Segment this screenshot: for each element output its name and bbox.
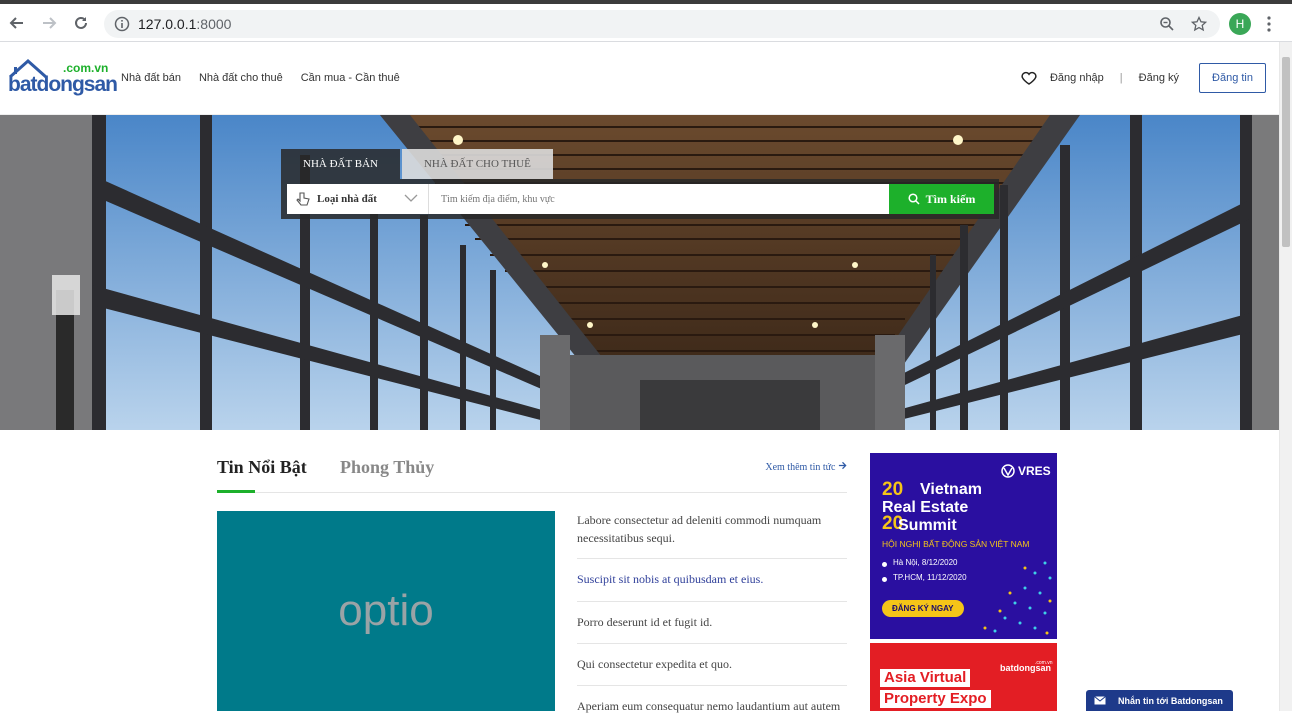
vres-title-line: Real Estate: [882, 499, 969, 516]
expo-logo-name: batdongsan: [1000, 663, 1051, 673]
news-item-title: Porro deserunt id et fugit id.: [577, 615, 713, 629]
logo-name: batdongsan: [8, 73, 118, 96]
login-link[interactable]: Đăng nhập: [1050, 72, 1104, 84]
featured-image-text: optio: [338, 586, 434, 635]
site-header: .com.vn batdongsan Nhà đất bán Nhà đất c…: [0, 42, 1279, 115]
browser-toolbar: 127.0.0.1:8000 H: [0, 0, 1292, 42]
news-item[interactable]: Porro deserunt id et fugit id.: [577, 602, 847, 644]
property-type-select[interactable]: Loại nhà đất: [287, 184, 429, 214]
chevron-down-icon: [404, 194, 418, 202]
asia-property-expo-ad[interactable]: .com.vn batdongsan Asia Virtual Property…: [870, 643, 1057, 711]
vres-logo-icon: [1001, 464, 1015, 478]
tab-featured-news[interactable]: Tin Nổi Bật: [217, 457, 307, 478]
news-item-title: Qui consectetur expedita et quo.: [577, 657, 732, 671]
vres-register-button[interactable]: ĐĂNG KÝ NGAY: [882, 600, 964, 617]
account-nav: Đăng nhập | Đăng ký Đăng tin: [1020, 63, 1266, 93]
site-logo[interactable]: .com.vn batdongsan: [8, 55, 118, 101]
reload-icon: [75, 16, 87, 29]
vres-summit-ad[interactable]: VRES 20 20 Vietnam Real Estate Summit HỘ…: [870, 453, 1057, 639]
bookmark-star-icon[interactable]: [1191, 16, 1207, 32]
search-button[interactable]: Tìm kiếm: [889, 184, 994, 214]
post-listing-button[interactable]: Đăng tin: [1199, 63, 1266, 93]
vres-event-dot: [882, 562, 887, 567]
main-menu: Nhà đất bán Nhà đất cho thuê Cần mua - C…: [121, 72, 400, 84]
search-icon: [908, 193, 920, 205]
chat-widget[interactable]: Nhắn tin tới Batdongsan: [1086, 690, 1233, 711]
news-list: Labore consectetur ad deleniti commodi n…: [577, 511, 847, 715]
tab-feng-shui[interactable]: Phong Thủy: [340, 457, 434, 478]
more-news-label: Xem thêm tin tức: [765, 462, 836, 473]
news-tabs: Tin Nổi Bật Phong Thủy Xem thêm tin tức: [217, 455, 847, 493]
menu-dots-icon[interactable]: [1266, 16, 1272, 32]
menu-item-wanted[interactable]: Cần mua - Cần thuê: [301, 72, 400, 84]
featured-news-image[interactable]: optio: [217, 511, 555, 711]
profile-avatar[interactable]: H: [1229, 13, 1251, 35]
url-port: :8000: [196, 16, 232, 32]
nav-separator: |: [1119, 72, 1123, 84]
property-type-label: Loại nhà đất: [317, 193, 377, 205]
news-item[interactable]: Labore consectetur ad deleniti commodi n…: [577, 511, 847, 559]
hero-banner: NHÀ ĐẤT BÁN NHÀ ĐẤT CHO THUÊ Loại nhà đấ…: [0, 115, 1279, 430]
hero-background-image: [0, 115, 1279, 430]
active-tab-indicator: [217, 490, 255, 493]
tab-for-sale[interactable]: NHÀ ĐẤT BÁN: [281, 149, 400, 179]
reload-button[interactable]: [68, 10, 94, 36]
scrollbar-thumb[interactable]: [1282, 57, 1290, 247]
tab-for-rent[interactable]: NHÀ ĐẤT CHO THUÊ: [401, 149, 553, 179]
address-bar[interactable]: 127.0.0.1:8000: [104, 10, 1220, 38]
vres-brand: VRES: [1018, 464, 1051, 478]
vres-event-dot: [882, 577, 887, 582]
search-bar: Loại nhà đất Tìm kiếm: [281, 179, 999, 219]
more-news-link[interactable]: Xem thêm tin tức: [765, 461, 847, 473]
vres-title-line: Summit: [898, 517, 957, 534]
forward-button[interactable]: [36, 10, 62, 36]
vres-subtitle: HỘI NGHỊ BẤT ĐỘNG SẢN VIỆT NAM: [882, 539, 1030, 549]
dot-wave-graphic: [983, 561, 1052, 635]
arrow-right-icon: [838, 461, 847, 470]
url-host: 127.0.0.1: [138, 16, 197, 32]
url-text: 127.0.0.1:8000: [138, 16, 231, 32]
page-scrollbar[interactable]: [1279, 42, 1292, 711]
heart-icon[interactable]: [1020, 69, 1038, 87]
arrow-right-icon: [43, 17, 57, 29]
mail-icon: [1094, 696, 1106, 705]
listing-type-tabs: NHÀ ĐẤT BÁN NHÀ ĐẤT CHO THUÊ: [281, 149, 553, 179]
back-button[interactable]: [4, 10, 30, 36]
news-item[interactable]: Suscipit sit nobis at quibusdam et eius.: [577, 559, 847, 602]
vres-title: Vietnam Real Estate Summit: [882, 481, 982, 535]
news-item[interactable]: Qui consectetur expedita et quo.: [577, 644, 847, 686]
expo-title-line1: Asia Virtual: [880, 669, 971, 687]
vres-title-line: Vietnam: [920, 481, 982, 498]
menu-item-rent[interactable]: Nhà đất cho thuê: [199, 72, 283, 84]
expo-title-line2: Property Expo: [880, 690, 991, 708]
zoom-icon[interactable]: [1159, 16, 1175, 32]
news-item-title: Labore consectetur ad deleniti commodi n…: [577, 513, 822, 545]
search-button-label: Tìm kiếm: [925, 191, 976, 206]
register-link[interactable]: Đăng ký: [1139, 72, 1179, 84]
news-item-title: Suscipit sit nobis at quibusdam et eius.: [577, 572, 764, 586]
vres-event-hanoi: Hà Nội, 8/12/2020: [893, 558, 958, 567]
menu-item-sale[interactable]: Nhà đất bán: [121, 72, 181, 84]
location-search-input[interactable]: [429, 184, 889, 214]
chat-label: Nhắn tin tới Batdongsan: [1118, 695, 1223, 706]
info-icon: [114, 16, 130, 32]
pointer-hand-icon: [296, 192, 310, 206]
arrow-left-icon: [9, 17, 23, 29]
vres-year-top: 20: [882, 479, 904, 500]
